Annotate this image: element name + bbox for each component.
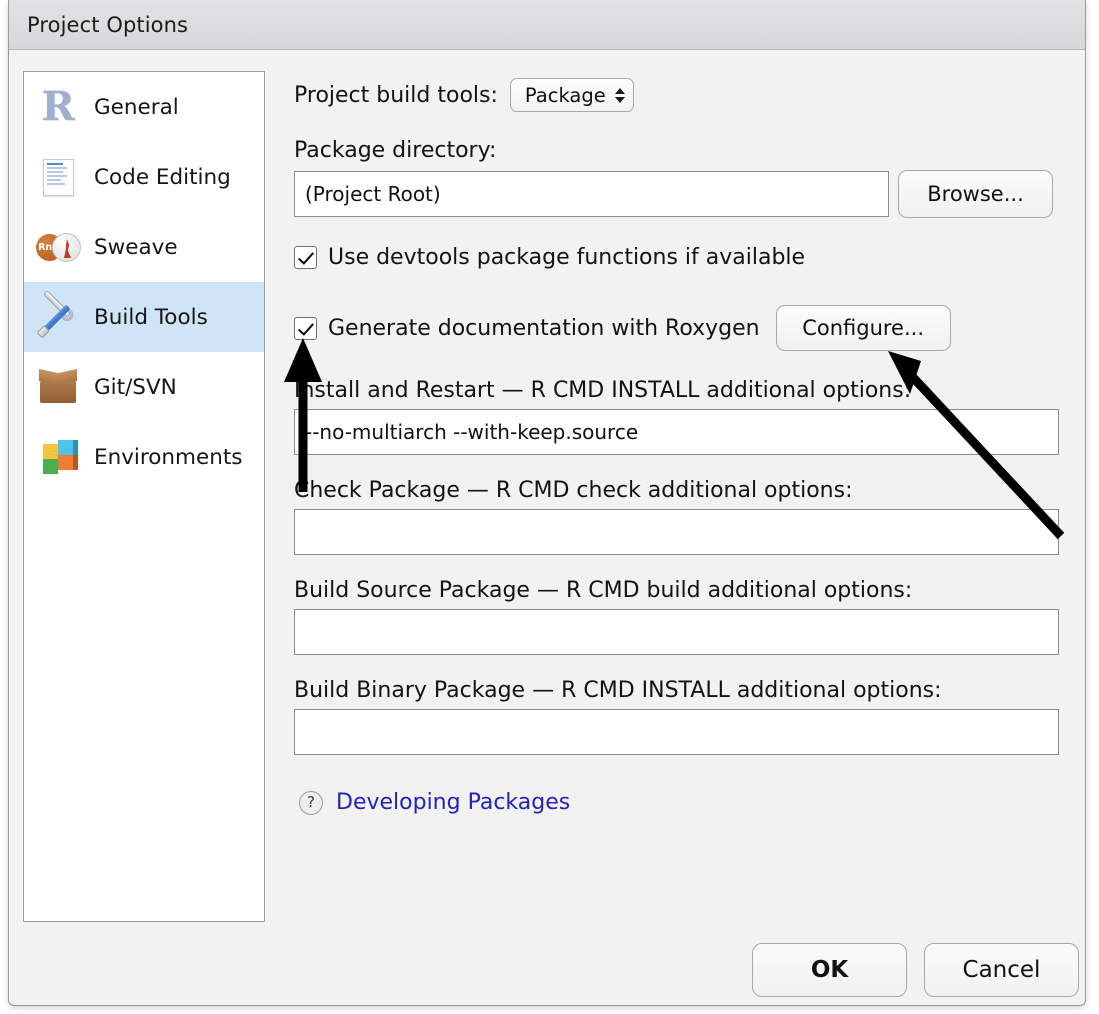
install-options-block: Install and Restart — R CMD INSTALL addi… [294, 378, 1059, 455]
project-options-dialog: Project Options R General Code Editing R… [8, 0, 1086, 1006]
project-build-tools-label: Project build tools: [294, 83, 498, 108]
ok-button[interactable]: OK [752, 943, 907, 997]
check-options-input[interactable] [294, 509, 1059, 555]
roxygen-row[interactable]: Generate documentation with Roxygen Conf… [294, 305, 951, 351]
use-devtools-label: Use devtools package functions if availa… [328, 245, 805, 270]
help-row[interactable]: ? Developing Packages [299, 790, 570, 815]
build-source-options-label: Build Source Package — R CMD build addit… [294, 578, 1059, 603]
document-icon [36, 155, 80, 199]
sidebar-item-code-editing[interactable]: Code Editing [24, 142, 264, 212]
sidebar-item-label: General [94, 95, 179, 120]
project-build-tools-value: Package [525, 84, 606, 107]
roxygen-label: Generate documentation with Roxygen [328, 316, 760, 341]
chevron-updown-icon [615, 88, 625, 103]
check-options-label: Check Package — R CMD check additional o… [294, 478, 1059, 503]
sidebar-item-label: Git/SVN [94, 375, 177, 400]
package-box-icon [36, 365, 80, 409]
use-devtools-row[interactable]: Use devtools package functions if availa… [294, 245, 805, 270]
dialog-title: Project Options [27, 13, 188, 37]
build-source-options-input[interactable] [294, 609, 1059, 655]
r-logo-icon: R [36, 85, 80, 129]
sweave-pdf-icon: Rnw [36, 225, 80, 269]
build-binary-options-input[interactable] [294, 709, 1059, 755]
sidebar-item-label: Code Editing [94, 165, 231, 190]
color-cube-icon [36, 435, 80, 479]
package-directory-input[interactable]: (Project Root) [294, 171, 889, 217]
build-source-options-block: Build Source Package — R CMD build addit… [294, 578, 1059, 655]
sidebar-item-label: Sweave [94, 235, 178, 260]
cancel-button[interactable]: Cancel [924, 943, 1079, 997]
check-options-block: Check Package — R CMD check additional o… [294, 478, 1059, 555]
dialog-title-bar: Project Options [9, 0, 1085, 50]
install-options-input[interactable]: --no-multiarch --with-keep.source [294, 409, 1059, 455]
package-directory-row: (Project Root) Browse... [294, 170, 1053, 218]
configure-button[interactable]: Configure... [776, 305, 951, 351]
sidebar-item-sweave[interactable]: Rnw Sweave [24, 212, 264, 282]
options-category-list[interactable]: R General Code Editing Rnw Sweave [23, 71, 265, 922]
browse-button[interactable]: Browse... [898, 170, 1053, 218]
wrench-tools-icon [36, 295, 80, 339]
build-binary-options-label: Build Binary Package — R CMD INSTALL add… [294, 678, 1059, 703]
sidebar-item-environments[interactable]: Environments [24, 422, 264, 492]
package-directory-label: Package directory: [294, 138, 496, 163]
project-build-tools-row: Project build tools: Package [294, 78, 634, 112]
build-tools-pane: Project build tools: Package Package dir… [294, 60, 1084, 930]
sidebar-item-git-svn[interactable]: Git/SVN [24, 352, 264, 422]
question-mark-icon: ? [299, 791, 323, 815]
developing-packages-link[interactable]: Developing Packages [336, 790, 570, 815]
roxygen-checkbox[interactable] [294, 317, 317, 340]
sidebar-item-label: Build Tools [94, 305, 208, 330]
install-options-label: Install and Restart — R CMD INSTALL addi… [294, 378, 1059, 403]
use-devtools-checkbox[interactable] [294, 246, 317, 269]
project-build-tools-select[interactable]: Package [510, 78, 634, 112]
sidebar-item-general[interactable]: R General [24, 72, 264, 142]
build-binary-options-block: Build Binary Package — R CMD INSTALL add… [294, 678, 1059, 755]
sidebar-item-build-tools[interactable]: Build Tools [24, 282, 264, 352]
sidebar-item-label: Environments [94, 445, 242, 470]
